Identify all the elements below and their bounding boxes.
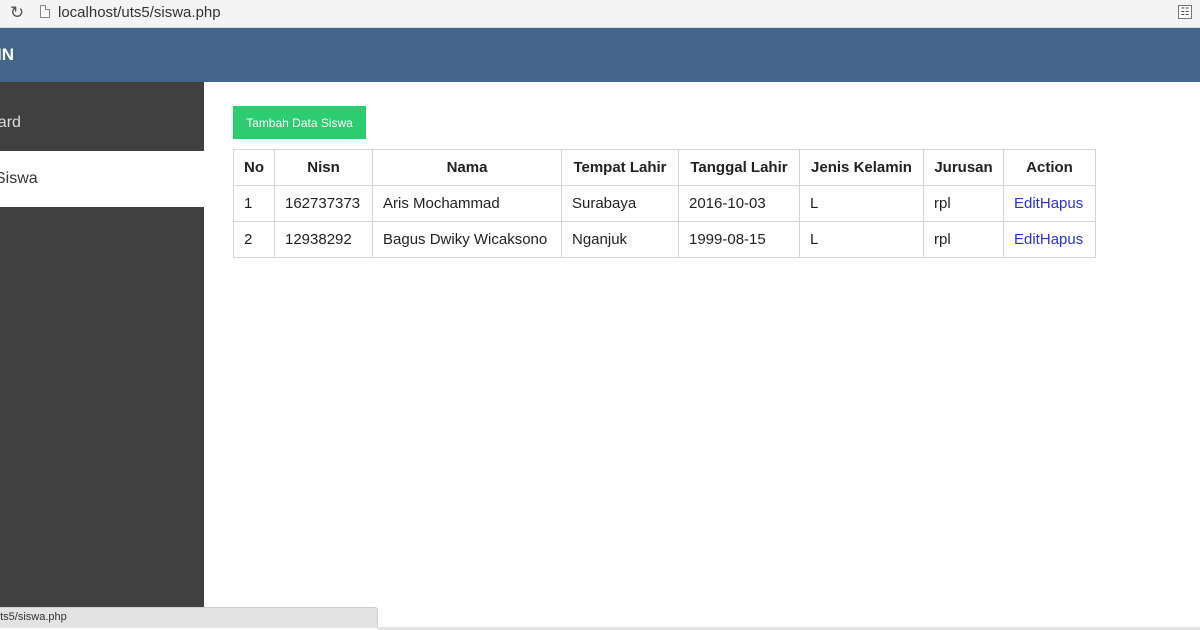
column-header-nisn: Nisn xyxy=(274,149,373,186)
cell-nama: Bagus Dwiky Wicaksono xyxy=(372,221,562,258)
sidebar-item-label: Siswa xyxy=(0,170,38,187)
table-header-row: No Nisn Nama Tempat Lahir Tanggal Lahir … xyxy=(233,149,1096,186)
column-header-nama: Nama xyxy=(372,149,562,186)
edit-link[interactable]: Edit xyxy=(1014,231,1040,248)
table-row: 1 162737373 Aris Mochammad Surabaya 2016… xyxy=(233,185,1096,222)
reload-icon[interactable]: ↻ xyxy=(8,4,26,22)
status-url: uts5/siswa.php xyxy=(0,611,67,623)
document-icon xyxy=(40,5,50,18)
cell-jurusan: rpl xyxy=(923,185,1004,222)
column-header-jenis-kelamin: Jenis Kelamin xyxy=(799,149,924,186)
cell-nama: Aris Mochammad xyxy=(372,185,562,222)
delete-link[interactable]: Hapus xyxy=(1040,195,1083,212)
students-table: No Nisn Nama Tempat Lahir Tanggal Lahir … xyxy=(233,149,1096,258)
browser-toolbar: ↻ localhost/uts5/siswa.php ☷ xyxy=(0,0,1200,28)
sidebar: board Siswa xyxy=(0,82,204,608)
cell-no: 2 xyxy=(233,221,275,258)
translate-icon[interactable]: ☷ xyxy=(1178,5,1192,19)
edit-link[interactable]: Edit xyxy=(1014,195,1040,212)
sidebar-item-label: board xyxy=(0,114,21,131)
cell-no: 1 xyxy=(233,185,275,222)
table-row: 2 12938292 Bagus Dwiky Wicaksono Nganjuk… xyxy=(233,221,1096,258)
app-header: IN xyxy=(0,28,1200,82)
add-student-button[interactable]: Tambah Data Siswa xyxy=(233,106,366,139)
address-bar[interactable]: localhost/uts5/siswa.php xyxy=(58,4,221,21)
browser-status-bar: uts5/siswa.php xyxy=(0,607,378,628)
sidebar-item-siswa[interactable]: Siswa xyxy=(0,151,204,207)
column-header-action: Action xyxy=(1003,149,1096,186)
column-header-tempat-lahir: Tempat Lahir xyxy=(561,149,679,186)
brand-title[interactable]: IN xyxy=(0,45,14,65)
cell-jenis-kelamin: L xyxy=(799,221,924,258)
sidebar-item-dashboard[interactable]: board xyxy=(0,95,204,151)
cell-tanggal-lahir: 2016-10-03 xyxy=(678,185,800,222)
column-header-jurusan: Jurusan xyxy=(923,149,1004,186)
cell-tempat-lahir: Surabaya xyxy=(561,185,679,222)
delete-link[interactable]: Hapus xyxy=(1040,231,1083,248)
cell-action: EditHapus xyxy=(1003,185,1096,222)
column-header-tanggal-lahir: Tanggal Lahir xyxy=(678,149,800,186)
cell-tanggal-lahir: 1999-08-15 xyxy=(678,221,800,258)
cell-jurusan: rpl xyxy=(923,221,1004,258)
cell-tempat-lahir: Nganjuk xyxy=(561,221,679,258)
column-header-no: No xyxy=(233,149,275,186)
cell-action: EditHapus xyxy=(1003,221,1096,258)
cell-jenis-kelamin: L xyxy=(799,185,924,222)
cell-nisn: 12938292 xyxy=(274,221,373,258)
cell-nisn: 162737373 xyxy=(274,185,373,222)
